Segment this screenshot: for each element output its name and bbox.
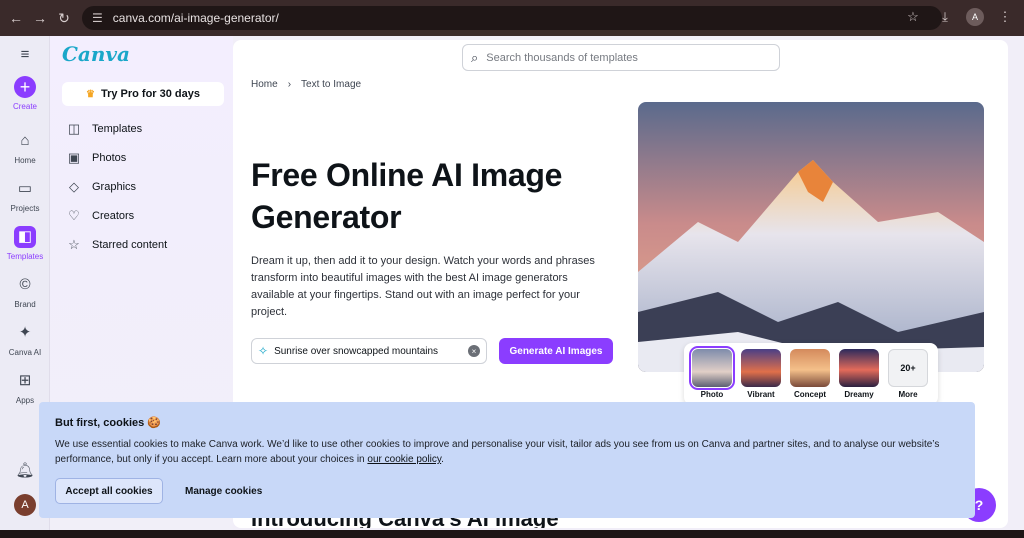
rail-apps[interactable]: ⊞ Apps [0,370,50,405]
menu-label: Starred content [92,238,168,251]
rail-create[interactable]: + Create [0,76,50,111]
page-description: Dream it up, then add it to your design.… [251,255,595,318]
template-icon: ◫ [67,120,81,136]
rail-canva-ai[interactable]: ✦ Canva AI [0,322,50,357]
hero-mountain-image [638,102,984,372]
taskbar-strip [0,530,1024,538]
apps-icon: ⊞ [18,372,32,389]
rail-brand[interactable]: © Brand [0,274,50,309]
heart-icon: ♡ [68,207,80,223]
search-icon: ⌕ [471,49,479,65]
menu-item-creators[interactable]: ♡ Creators [64,201,224,230]
page-title: Free Online AI Image Generator [251,157,563,235]
style-thumb [741,349,781,387]
menu-item-templates[interactable]: ◫ Templates [64,114,224,143]
style-thumb [689,346,735,390]
address-bar[interactable]: ☰ canva.com/ai-image-generator/ [82,6,942,30]
rail-label: Brand [14,300,36,309]
cookie-text: We use essential cookies to make Canva w… [55,439,940,465]
menu-label: Photos [92,151,127,164]
templates-icon: ◧ [14,226,36,248]
style-label: Dreamy [844,390,874,399]
menu-label: Creators [92,209,135,222]
search-input[interactable]: ⌕ Search thousands of templates [462,44,780,71]
manage-cookies-button[interactable]: Manage cookies [177,478,270,504]
prompt-input[interactable]: ✧ Sunrise over snowcapped mountains × [251,338,487,364]
cookie-body: We use essential cookies to make Canva w… [55,439,940,465]
photo-icon: ▣ [67,149,81,165]
brand-icon: © [19,276,31,293]
star-icon: ☆ [68,236,80,252]
style-option-photo[interactable]: Photo [689,346,735,405]
rail-home[interactable]: ⌂ Home [0,130,50,165]
menu-kebab-icon[interactable]: ⋮ [994,6,1016,28]
style-thumb [790,349,830,387]
profile-avatar[interactable]: A [966,8,984,26]
panel-menu: ◫ Templates ▣ Photos ◇ Graphics ♡ Creato… [64,114,224,259]
site-settings-icon[interactable]: ☰ [92,11,103,25]
home-icon: ⌂ [20,132,30,149]
collapse-icon: ≡ [20,46,30,63]
plus-icon: + [14,76,36,98]
bookmark-star-icon[interactable]: ☆ [902,6,924,28]
menu-label: Graphics [92,180,137,193]
try-pro-button[interactable]: ♛ Try Pro for 30 days [62,82,224,106]
canva-logo[interactable]: Canva [62,42,130,66]
style-label: Vibrant [747,390,775,399]
breadcrumb: Home › Text to Image [251,79,361,90]
sparkle-icon: ✦ [18,324,32,341]
cookie-banner: But first, cookies 🍪 We use essential co… [39,402,975,518]
rail-label: Templates [6,252,44,261]
forward-icon[interactable]: → [28,6,52,30]
style-label: Photo [700,390,724,399]
crown-icon: ♛ [85,88,95,100]
rail-projects[interactable]: ▭ Projects [0,178,50,213]
bell-icon: 🔔︎ [15,462,35,479]
prompt-value: Sunrise over snowcapped mountains [274,345,439,357]
clear-icon[interactable]: × [468,345,480,357]
back-icon[interactable]: ← [4,6,28,30]
graphics-icon: ◇ [69,178,79,194]
rail-templates[interactable]: ◧ Templates [0,226,50,261]
user-avatar: A [14,494,36,516]
menu-label: Templates [92,122,143,135]
chevron-right-icon: › [287,79,292,90]
breadcrumb-home[interactable]: Home [251,79,278,90]
reload-icon[interactable]: ↻ [52,6,76,30]
rail-label: Apps [15,396,35,405]
menu-item-graphics[interactable]: ◇ Graphics [64,172,224,201]
collapse-panel-button[interactable]: ≡ [0,44,50,70]
menu-item-photos[interactable]: ▣ Photos [64,143,224,172]
rail-label: Create [12,102,37,111]
folder-icon: ▭ [17,180,33,197]
style-option-concept[interactable]: Concept [788,349,832,405]
url-text: canva.com/ai-image-generator/ [112,11,279,25]
style-picker: Photo Vibrant Concept Dreamy 20+ More [684,343,938,405]
rail-label: Canva AI [8,348,42,357]
menu-item-starred[interactable]: ☆ Starred content [64,230,224,259]
accept-cookies-button[interactable]: Accept all cookies [55,478,163,504]
style-thumb [839,349,879,387]
style-option-more[interactable]: 20+ More [886,349,930,405]
cookie-title: But first, cookies 🍪 [55,417,161,429]
style-option-dreamy[interactable]: Dreamy [837,349,881,405]
generate-button[interactable]: Generate AI Images [499,338,613,364]
browser-toolbar: ← → ↻ ☰ canva.com/ai-image-generator/ ☆ … [0,0,1024,36]
breadcrumb-current[interactable]: Text to Image [301,79,361,90]
try-pro-label: Try Pro for 30 days [100,88,200,100]
cookie-policy-link[interactable]: our cookie policy [367,454,441,465]
style-option-vibrant[interactable]: Vibrant [739,349,783,405]
style-thumb-more: 20+ [888,349,928,387]
style-label: Concept [794,390,826,399]
style-label: More [898,390,918,399]
search-placeholder: Search thousands of templates [486,51,638,64]
rail-label: Home [14,156,36,165]
download-icon[interactable]: ⤓ [934,6,956,28]
ai-search-icon: ✧ [258,344,269,358]
rail-label: Projects [10,204,40,213]
